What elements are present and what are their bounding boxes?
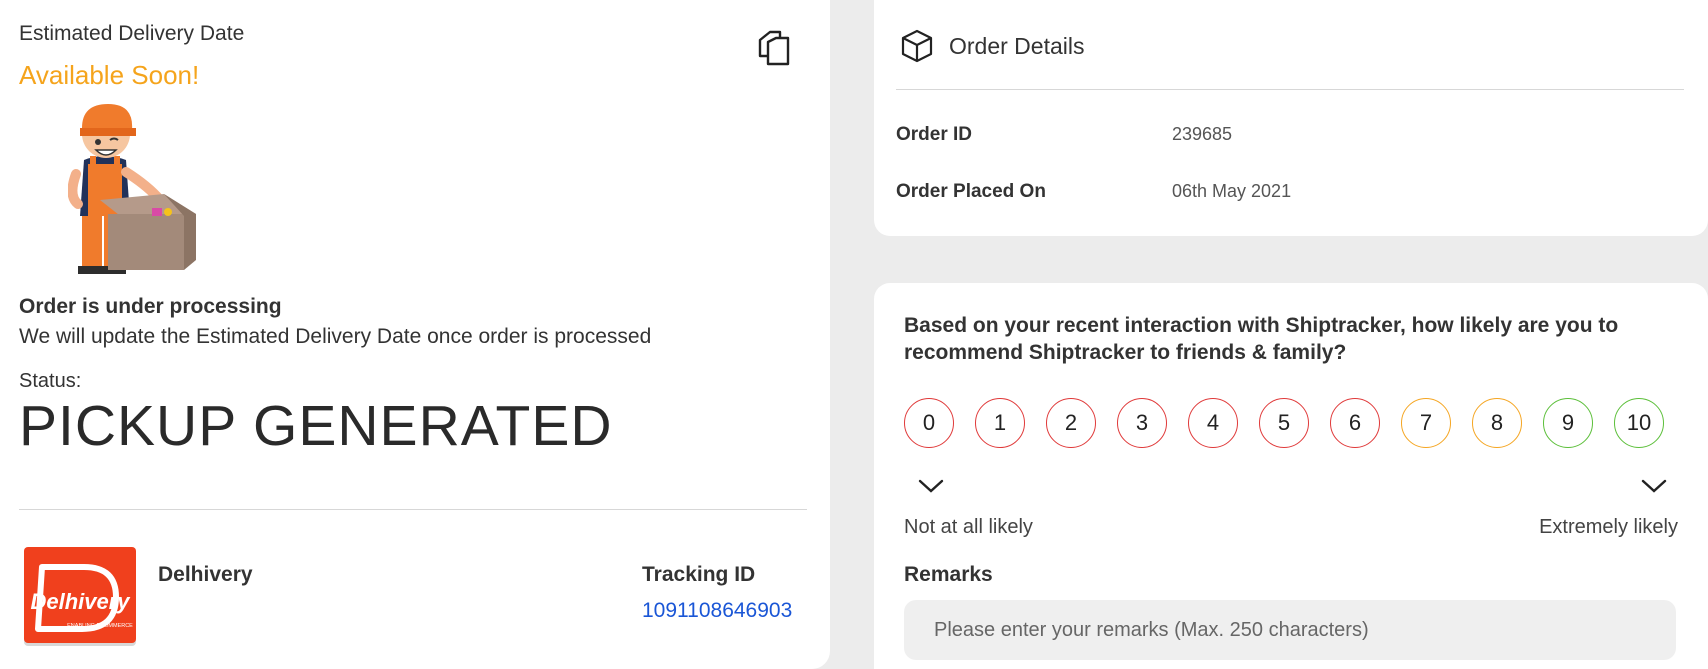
order-placed-value: 06th May 2021 [1172, 181, 1292, 201]
chevron-down-icon [916, 474, 946, 498]
courier-logo: Delhivery ENABLING ECOMMERCE [24, 547, 136, 643]
nps-option-10[interactable]: 10 [1614, 398, 1664, 448]
nps-option-8[interactable]: 8 [1472, 398, 1522, 448]
nps-option-4[interactable]: 4 [1188, 398, 1238, 448]
nps-scale: 0 1 2 3 4 5 6 7 8 9 10 [904, 398, 1694, 452]
courier-logo-text: Delhivery [30, 589, 131, 614]
low-scale-label: Not at all likely [904, 516, 1033, 538]
processing-title: Order is under processing [19, 295, 282, 318]
status-value: PICKUP GENERATED [19, 394, 613, 458]
estimated-delivery-label: Estimated Delivery Date [19, 22, 245, 45]
order-id-value: 239685 [1172, 124, 1233, 144]
delivery-person-illustration [67, 104, 208, 276]
remarks-label: Remarks [904, 563, 993, 586]
order-details-title: Order Details [949, 33, 1085, 59]
nps-option-0[interactable]: 0 [904, 398, 954, 448]
tracking-id-label: Tracking ID [642, 563, 756, 586]
nps-option-3[interactable]: 3 [1117, 398, 1167, 448]
chevron-down-icon [1639, 474, 1669, 498]
nps-option-7[interactable]: 7 [1401, 398, 1451, 448]
nps-option-9[interactable]: 9 [1543, 398, 1593, 448]
courier-logo-subtext: ENABLING ECOMMERCE [67, 623, 133, 629]
nps-question: Based on your recent interaction with Sh… [904, 314, 1619, 364]
processing-description: We will update the Estimated Delivery Da… [19, 325, 652, 348]
nps-option-6[interactable]: 6 [1330, 398, 1380, 448]
remarks-input[interactable] [904, 600, 1676, 660]
box-icon [899, 28, 935, 64]
tracking-id-link[interactable]: 1091108646903 [642, 599, 792, 623]
estimated-delivery-value: Available Soon! [19, 60, 200, 90]
courier-name: Delhivery [158, 563, 253, 586]
nps-option-2[interactable]: 2 [1046, 398, 1096, 448]
nps-option-1[interactable]: 1 [975, 398, 1025, 448]
nps-option-5[interactable]: 5 [1259, 398, 1309, 448]
order-id-label: Order ID [896, 124, 973, 145]
copy-icon[interactable] [754, 28, 794, 68]
order-placed-label: Order Placed On [896, 181, 1046, 202]
divider [896, 89, 1684, 90]
status-label: Status: [19, 370, 82, 392]
high-scale-label: Extremely likely [1539, 516, 1678, 538]
divider [19, 509, 807, 510]
